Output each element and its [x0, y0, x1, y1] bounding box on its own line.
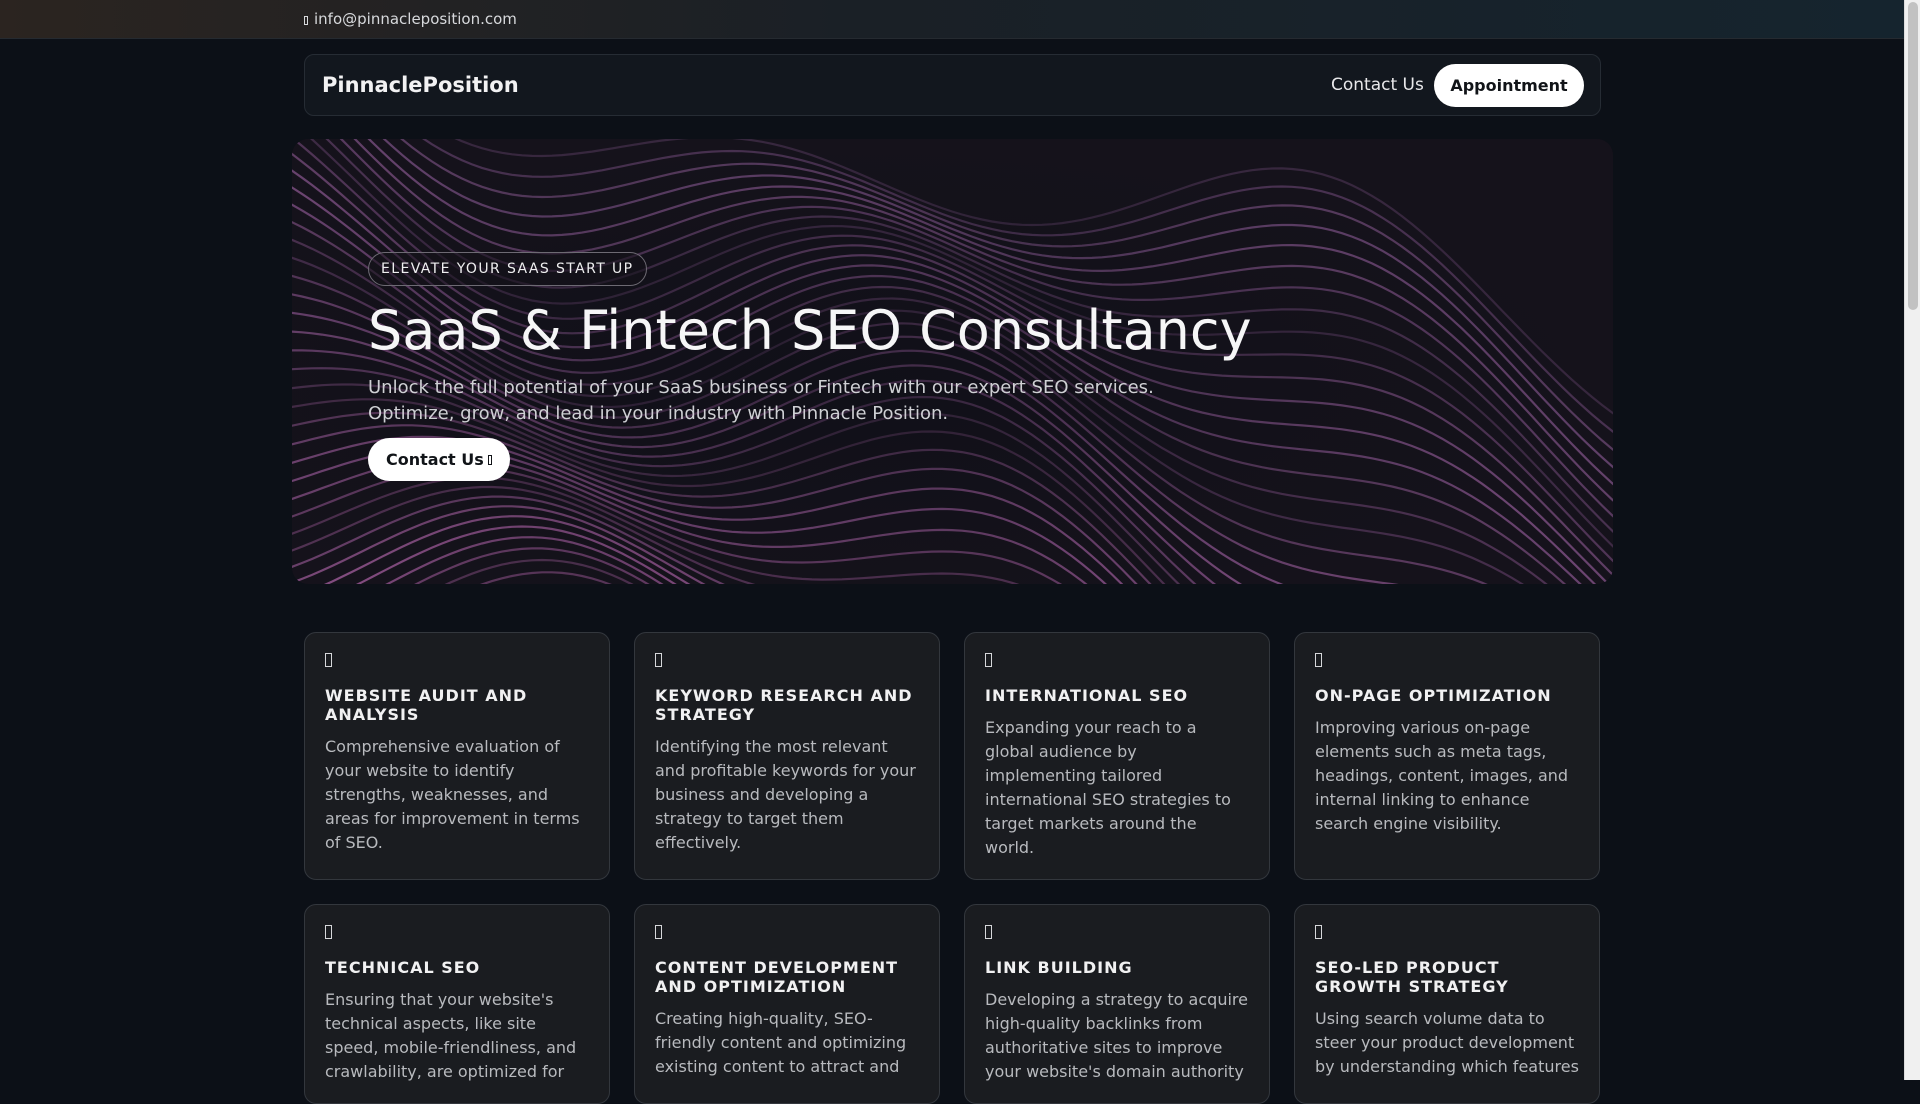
service-card-title: INTERNATIONAL SEO	[985, 686, 1189, 705]
service-card-title: ON-PAGE OPTIMIZATION	[1315, 686, 1552, 705]
globe-icon	[985, 653, 992, 667]
hero-subtitle: Unlock the full potential of your SaaS b…	[368, 377, 1154, 424]
service-card-on-page-optimization: ON-PAGE OPTIMIZATION Improving various o…	[1294, 632, 1600, 880]
keyword-icon	[655, 653, 662, 667]
main-navigation: PinnaclePosition Contact Us Appointment	[304, 54, 1601, 116]
envelope-icon	[304, 16, 308, 25]
service-card-description: Creating high-quality, SEO-friendly cont…	[655, 1009, 907, 1076]
arrow-right-icon	[487, 454, 492, 465]
service-card-title: LINK BUILDING	[985, 958, 1133, 977]
page-scrollbar[interactable]	[1904, 0, 1920, 1080]
service-card-international-seo: INTERNATIONAL SEO Expanding your reach t…	[964, 632, 1270, 880]
pen-icon	[655, 925, 662, 939]
nav-contact-link[interactable]: Contact Us	[1331, 75, 1424, 95]
service-card-title: SEO-LED PRODUCT GROWTH STRATEGY	[1315, 958, 1509, 996]
hero-title: SaaS & Fintech SEO Consultancy	[368, 299, 1252, 362]
link-icon	[985, 925, 992, 939]
audit-icon	[325, 653, 332, 667]
service-card-technical-seo: TECHNICAL SEO Ensuring that your website…	[304, 904, 610, 1104]
service-card-keyword-research: KEYWORD RESEARCH AND STRATEGY Identifyin…	[634, 632, 940, 880]
service-card-description: Comprehensive evaluation of your website…	[325, 737, 580, 852]
hero-contact-button[interactable]: Contact Us	[368, 438, 510, 481]
gear-icon	[325, 925, 332, 939]
appointment-button[interactable]: Appointment	[1434, 64, 1584, 107]
service-card-title: KEYWORD RESEARCH AND STRATEGY	[655, 686, 913, 724]
page-icon	[1315, 653, 1322, 667]
scrollbar-thumb[interactable]	[1908, 2, 1918, 310]
service-card-title: CONTENT DEVELOPMENT AND OPTIMIZATION	[655, 958, 899, 996]
service-card-content-development: CONTENT DEVELOPMENT AND OPTIMIZATION Cre…	[634, 904, 940, 1104]
service-card-title: TECHNICAL SEO	[325, 958, 481, 977]
service-card-description: Developing a strategy to acquire high-qu…	[985, 990, 1248, 1081]
brand-logo[interactable]: PinnaclePosition	[322, 73, 519, 97]
hero-badge: ELEVATE YOUR SAAS START UP	[368, 252, 647, 286]
service-card-title: WEBSITE AUDIT AND ANALYSIS	[325, 686, 528, 724]
service-card-description: Expanding your reach to a global audienc…	[985, 718, 1231, 857]
service-card-description: Improving various on-page elements such …	[1315, 718, 1569, 833]
contact-email-text: info@pinnacleposition.com	[314, 10, 517, 28]
service-card-description: Using search volume data to steer your p…	[1315, 1009, 1579, 1076]
service-card-description: Ensuring that your website's technical a…	[325, 990, 577, 1081]
top-bar: info@pinnacleposition.com	[0, 0, 1904, 39]
growth-chart-icon	[1315, 925, 1322, 939]
service-card-product-growth: SEO-LED PRODUCT GROWTH STRATEGY Using se…	[1294, 904, 1600, 1104]
contact-email[interactable]: info@pinnacleposition.com	[304, 10, 517, 28]
service-card-link-building: LINK BUILDING Developing a strategy to a…	[964, 904, 1270, 1104]
service-card-description: Identifying the most relevant and profit…	[655, 737, 916, 852]
service-card-website-audit: WEBSITE AUDIT AND ANALYSIS Comprehensive…	[304, 632, 610, 880]
hero-contact-button-label: Contact Us	[386, 450, 484, 469]
hero-section: ELEVATE YOUR SAAS START UP SaaS & Fintec…	[292, 139, 1613, 584]
